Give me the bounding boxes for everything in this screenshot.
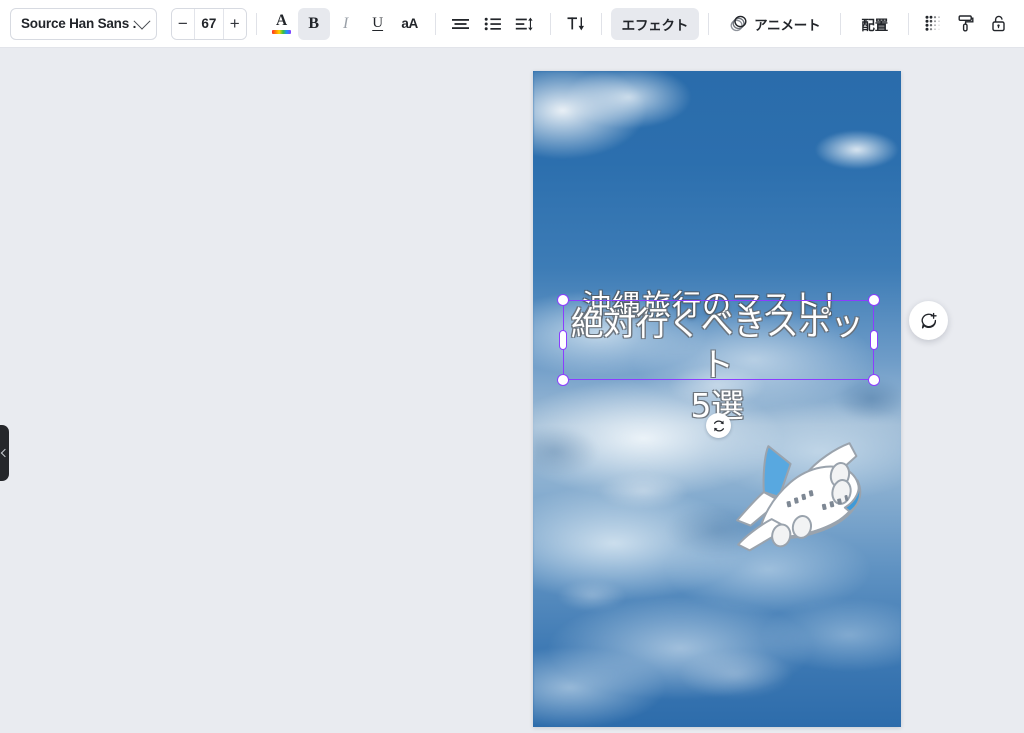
expand-panel-icon: [0, 448, 10, 458]
align-center-icon: [452, 18, 470, 29]
italic-icon: I: [342, 14, 349, 32]
design-editor-app: Source Han Sans ... − 67 + A B I U aA エフ…: [0, 0, 1024, 733]
font-family-label: Source Han Sans ...: [21, 16, 136, 31]
font-family-select[interactable]: Source Han Sans ...: [10, 7, 157, 40]
letter-case-icon: aA: [401, 16, 418, 31]
toolbar-divider: [434, 12, 436, 35]
bullet-list-icon: [484, 17, 501, 30]
toolbar-divider: [908, 12, 909, 35]
line-spacing-button[interactable]: [509, 8, 541, 40]
resize-handle-top-left[interactable]: [557, 294, 569, 306]
animate-label: アニメート: [754, 17, 821, 33]
vertical-text-icon: [567, 17, 585, 31]
resize-handle-right[interactable]: [870, 330, 878, 350]
position-button[interactable]: 配置: [850, 8, 899, 40]
transparency-button[interactable]: [918, 8, 950, 40]
toolbar-divider: [549, 12, 551, 35]
transparency-icon: [925, 15, 940, 31]
text-color-icon: A: [272, 11, 292, 35]
text-toolbar: Source Han Sans ... − 67 + A B I U aA エフ…: [0, 0, 1024, 48]
chevron-down-icon: [133, 12, 151, 30]
resize-handle-bottom-right[interactable]: [868, 374, 880, 386]
effects-label: エフェクト: [621, 17, 689, 33]
font-size-increase-button[interactable]: +: [223, 8, 246, 39]
lock-button[interactable]: [982, 8, 1014, 40]
effects-button[interactable]: エフェクト: [610, 7, 700, 40]
color-gradient-bar: [272, 29, 292, 34]
italic-button[interactable]: I: [330, 8, 362, 40]
bold-icon: B: [308, 14, 319, 32]
toolbar-divider: [600, 12, 602, 35]
canvas-page[interactable]: 沖縄旅行のマスト！ 絶対行くべきスポット 5選: [533, 71, 901, 727]
text-color-button[interactable]: A: [266, 8, 298, 40]
vertical-text-button[interactable]: [560, 8, 592, 40]
animate-button[interactable]: アニメート: [718, 8, 831, 40]
text-align-button[interactable]: [445, 8, 477, 40]
toolbar-divider: [255, 12, 257, 35]
copy-style-button[interactable]: [950, 8, 982, 40]
animate-icon: [730, 15, 747, 32]
font-size-decrease-button[interactable]: −: [172, 8, 194, 39]
toolbar-divider: [708, 12, 710, 35]
add-comment-button[interactable]: [909, 301, 948, 340]
bold-button[interactable]: B: [297, 7, 330, 40]
expand-side-panel-button[interactable]: [0, 425, 10, 481]
resize-handle-left[interactable]: [559, 330, 567, 350]
line-spacing-icon: [515, 17, 533, 31]
position-label: 配置: [861, 17, 888, 33]
rotate-icon: [713, 419, 724, 432]
toolbar-divider: [840, 12, 842, 35]
unlock-icon: [991, 15, 1005, 32]
text-color-letter: A: [276, 11, 288, 29]
canvas-subtitle-line-1: 絶対行くべきスポット: [570, 304, 864, 384]
design-canvas[interactable]: 沖縄旅行のマスト！ 絶対行くべきスポット 5選: [533, 71, 901, 727]
underline-button[interactable]: U: [362, 8, 394, 40]
letter-case-button[interactable]: aA: [394, 8, 426, 40]
paint-roller-icon: [958, 15, 974, 32]
bullet-list-button[interactable]: [477, 8, 509, 40]
add-comment-icon: [921, 312, 937, 328]
resize-handle-bottom-left[interactable]: [557, 374, 569, 386]
canvas-subtitle-text[interactable]: 絶対行くべきスポット 5選: [561, 303, 873, 426]
font-size-stepper: − 67 +: [171, 7, 247, 40]
rotate-handle-button[interactable]: [706, 413, 731, 438]
font-size-input[interactable]: 67: [193, 8, 224, 39]
resize-handle-top-right[interactable]: [868, 294, 880, 306]
underline-icon: U: [372, 15, 384, 31]
